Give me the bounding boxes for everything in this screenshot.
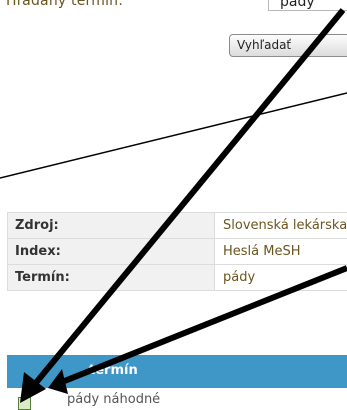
annotation-arrow-2-shaft	[62, 268, 347, 382]
annotation-thin-line	[0, 93, 347, 178]
annotation-overlay	[0, 0, 347, 405]
annotation-arrow-2-head-icon	[48, 369, 68, 394]
